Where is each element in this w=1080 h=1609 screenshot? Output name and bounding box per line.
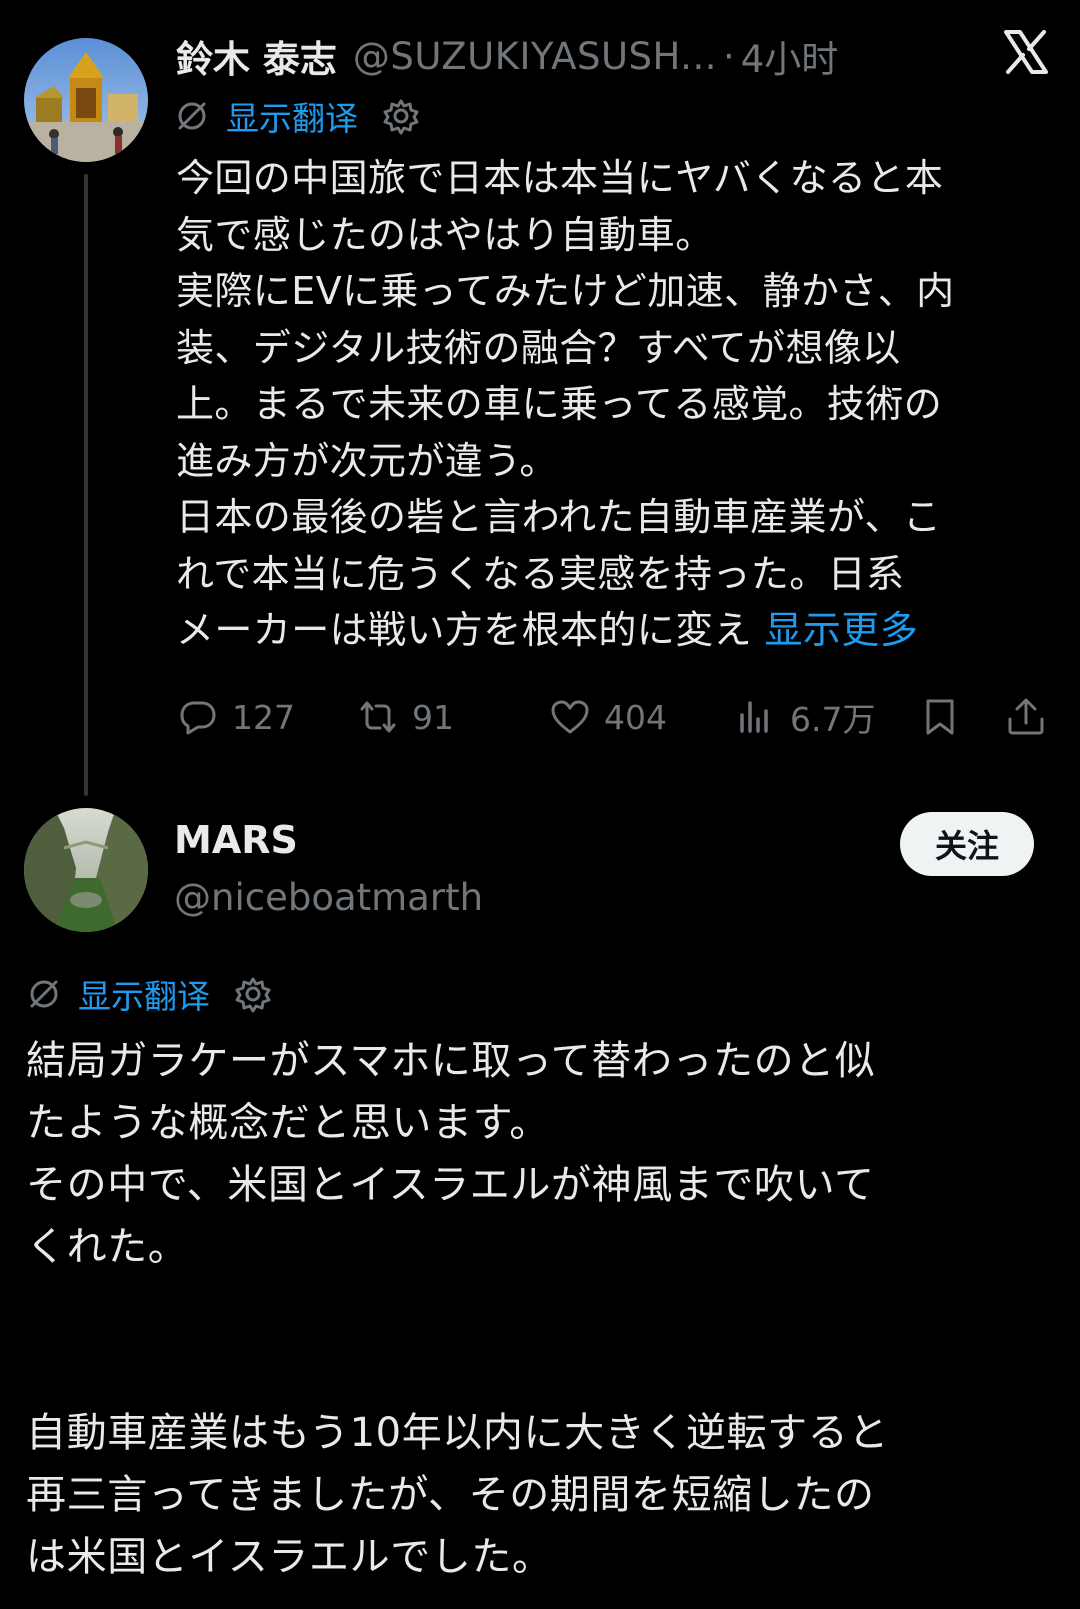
translate-row: 显示翻译 [174, 94, 420, 138]
reply-button[interactable]: 127 [176, 688, 295, 746]
views-button[interactable]: 6.7万 [734, 688, 875, 746]
views-icon [740, 701, 768, 733]
reply-count: 127 [232, 697, 295, 737]
globe-slash-icon [178, 102, 206, 130]
retweet-count: 91 [412, 697, 454, 737]
globe-slash-icon [30, 980, 58, 1008]
timestamp[interactable]: 4小时 [741, 29, 839, 83]
tweet-header: 鈴木 泰志 @SUZUKIYASUSH... · 4小时 [176, 30, 838, 82]
tweet-text-line: 進み方が次元が違う。 [176, 438, 558, 483]
avatar[interactable] [24, 38, 148, 162]
tweet-text: 今回の中国旅で日本は本当にヤバくなると本 気で感じたのはやはり自動車。 実際にE… [176, 150, 1056, 659]
heart-icon [551, 700, 589, 734]
retweet-button[interactable]: 91 [356, 688, 454, 746]
tweet-text-line: その中で、米国とイスラエルが神風まで吹いて [26, 1162, 875, 1208]
user-handle[interactable]: @SUZUKIYASUSH... [353, 35, 717, 78]
tweet-text-line: 気で感じたのはやはり自動車。 [176, 212, 714, 257]
tweet-text-line: 装、デジタル技術の融合？すべてが想像以 [176, 325, 901, 370]
tweet-text: 結局ガラケーがスマホに取って替わったのと似 たような概念だと思います。 その中で… [26, 1030, 1066, 1588]
tweet-text-line: くれた。 [26, 1224, 189, 1270]
display-name[interactable]: 鈴木 泰志 [176, 29, 337, 83]
user-handle[interactable]: @niceboatmarth [174, 876, 483, 919]
tweet-text-line: 上。まるで未来の車に乗ってる感覚。技術の [176, 382, 943, 426]
tweet-text-line: 実際にEVに乗ってみたけど加速、静かさ、内 [176, 269, 955, 313]
retweet-icon [360, 701, 396, 733]
gear-icon[interactable] [234, 975, 272, 1013]
paragraph-break [26, 1278, 1066, 1402]
tweet-text-line: は米国とイスラエルでした。 [26, 1534, 553, 1580]
thread-line [84, 174, 88, 796]
translate-row: 显示翻译 [26, 972, 272, 1016]
like-button[interactable]: 404 [548, 688, 667, 746]
tweet-text-line: メーカーは戦い方を根本的に変え [176, 608, 753, 652]
tweet-text-line: れで本当に危うくなる実感を持った。日系 [176, 551, 905, 596]
share-button[interactable] [1004, 688, 1048, 746]
bookmark-button[interactable] [918, 688, 962, 746]
display-name[interactable]: MARS [174, 818, 298, 862]
tweet-text-line: 日本の最後の砦と言われた自動車産業が、こ [176, 495, 942, 539]
tweet-text-line: 今回の中国旅で日本は本当にヤバくなると本 [176, 156, 944, 200]
share-icon [1008, 698, 1044, 735]
gear-icon[interactable] [382, 97, 420, 135]
avatar[interactable] [24, 808, 148, 932]
views-count: 6.7万 [790, 700, 876, 739]
show-translation-link[interactable]: 显示翻译 [226, 92, 358, 140]
tweet-text-line: 再三言ってきましたが、その期間を短縮したの [26, 1472, 875, 1518]
bookmark-icon [926, 699, 954, 735]
separator-dot: · [722, 34, 735, 78]
tweet-text-line: たような概念だと思います。 [26, 1100, 550, 1146]
show-translation-link[interactable]: 显示翻译 [78, 970, 210, 1018]
follow-button[interactable]: 关注 [900, 812, 1034, 876]
reply-icon [180, 701, 216, 735]
action-bar: 127 91 404 6.7万 [176, 688, 1056, 746]
x-logo-icon[interactable] [1000, 26, 1052, 78]
show-more-link[interactable]: 显示更多 [765, 608, 919, 652]
tweet-text-line: 結局ガラケーがスマホに取って替わったのと似 [26, 1038, 876, 1084]
like-count: 404 [604, 697, 667, 737]
tweet-text-last-line: メーカーは戦い方を根本的に変え 显示更多 [176, 602, 1056, 659]
tweet-text-line: 自動車産業はもう10年以内に大きく逆転すると [26, 1410, 889, 1456]
